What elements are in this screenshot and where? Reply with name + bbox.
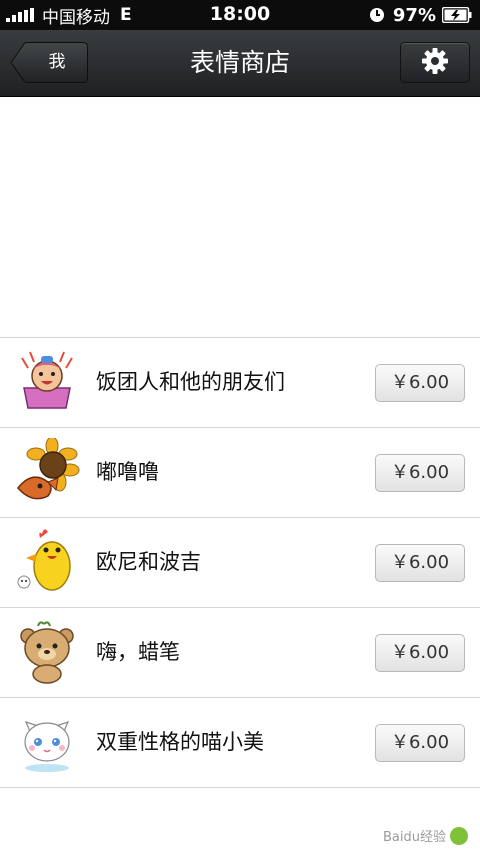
list-item[interactable]: 欧尼和波吉 ￥6.00 bbox=[0, 518, 480, 608]
watermark: Baidu经验 bbox=[383, 826, 468, 845]
list-item[interactable]: 嗨，蜡笔 ￥6.00 bbox=[0, 608, 480, 698]
gear-icon bbox=[420, 46, 450, 80]
list-item[interactable]: 饭团人和他的朋友们 ￥6.00 bbox=[0, 337, 480, 428]
sticker-name: 饭团人和他的朋友们 bbox=[96, 370, 285, 394]
status-bar: 中国移动 E 18:00 97% bbox=[0, 0, 480, 30]
price-button[interactable]: ￥6.00 bbox=[375, 544, 465, 582]
status-right: 97% bbox=[369, 4, 472, 26]
sticker-name: 嘟噜噜 bbox=[96, 460, 159, 484]
sticker-name: 欧尼和波吉 bbox=[96, 550, 201, 574]
battery-percentage: 97% bbox=[392, 4, 436, 26]
list-item[interactable]: 双重性格的喵小美 ￥6.00 bbox=[0, 698, 480, 788]
price-button[interactable]: ￥6.00 bbox=[375, 634, 465, 672]
navigation-bar: 我 表情商店 bbox=[0, 30, 480, 97]
price-button[interactable]: ￥6.00 bbox=[375, 364, 465, 402]
back-button-label: 我 bbox=[48, 52, 66, 72]
brown-bear-icon bbox=[14, 618, 80, 684]
sunflower-fish-icon bbox=[14, 436, 80, 504]
rice-ball-girl-icon bbox=[14, 348, 80, 414]
battery-charging-icon bbox=[442, 7, 472, 23]
settings-button[interactable] bbox=[400, 42, 470, 83]
banner-area bbox=[0, 97, 480, 337]
price-button[interactable]: ￥6.00 bbox=[375, 724, 465, 762]
alarm-clock-icon bbox=[369, 7, 385, 23]
sticker-name: 双重性格的喵小美 bbox=[96, 730, 264, 754]
list-item[interactable]: 嘟噜噜 ￥6.00 bbox=[0, 428, 480, 518]
watermark-logo-icon bbox=[450, 826, 468, 845]
sticker-list: 饭团人和他的朋友们 ￥6.00 嘟噜噜 ￥6.00 欧尼和波吉 ￥6.00 嗨，… bbox=[0, 337, 480, 788]
price-button[interactable]: ￥6.00 bbox=[375, 454, 465, 492]
watermark-text: Baidu经验 bbox=[383, 830, 446, 845]
white-cat-icon bbox=[14, 708, 80, 774]
sticker-name: 嗨，蜡笔 bbox=[96, 640, 180, 664]
back-button[interactable]: 我 bbox=[10, 42, 88, 83]
yellow-chick-icon bbox=[14, 528, 80, 594]
page-title: 表情商店 bbox=[189, 48, 290, 77]
